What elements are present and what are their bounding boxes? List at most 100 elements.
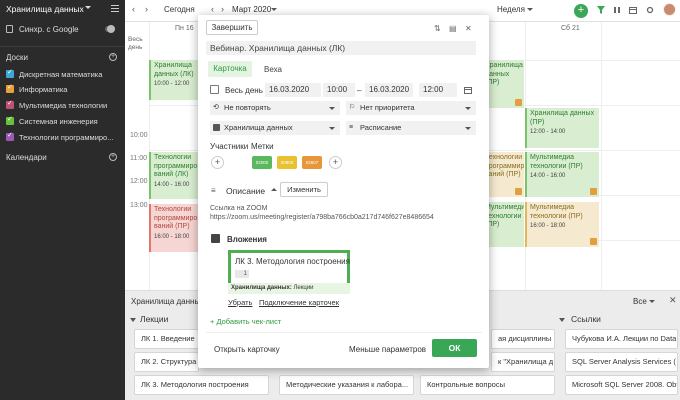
view-selector[interactable]: Неделя bbox=[497, 5, 525, 14]
event-title: Технологии программиро ваний (ПР) bbox=[154, 206, 198, 230]
sidebar-board-item[interactable]: Информатика bbox=[6, 83, 121, 95]
next-week-icon[interactable]: › bbox=[145, 4, 148, 14]
tag-chip[interactable]: 00800 bbox=[277, 156, 297, 169]
chevron-down-icon[interactable] bbox=[85, 6, 91, 9]
checkbox[interactable] bbox=[6, 115, 14, 125]
list-item[interactable]: Контрольные вопросы bbox=[420, 375, 555, 395]
calendar-icon[interactable] bbox=[629, 6, 637, 14]
filter-icon[interactable] bbox=[597, 6, 605, 14]
add-calendar-icon[interactable]: + bbox=[109, 153, 117, 161]
calendar-event[interactable]: Технологии программиро ваний (ЛК) 14:00 … bbox=[149, 152, 198, 199]
allday-checkbox[interactable] bbox=[210, 85, 219, 94]
board-icon bbox=[213, 124, 220, 131]
attached-card-title: ЛК 3. Методология построения bbox=[235, 257, 350, 266]
priority-select[interactable]: ⚐ Нет приоритета bbox=[346, 101, 476, 115]
finish-button[interactable]: Завершить bbox=[206, 20, 258, 35]
board-label: Системная инженерия bbox=[19, 117, 98, 126]
add-tag-button[interactable]: + bbox=[329, 156, 342, 169]
add-button[interactable]: + bbox=[574, 4, 588, 18]
calendar-event[interactable]: Технологии программиро ваний (ПР) 16:00 … bbox=[149, 204, 198, 252]
sidebar-board-item[interactable]: Мультимедиа технологии bbox=[6, 99, 121, 111]
chevron-down-icon[interactable] bbox=[271, 8, 277, 11]
calendar-event[interactable]: Мультимедиа технологии (ПР) 16:00 - 18:0… bbox=[525, 202, 599, 247]
sidebar-board-item[interactable]: Системная инженерия bbox=[6, 115, 121, 127]
checkbox[interactable] bbox=[6, 131, 14, 141]
tab-card[interactable]: Карточка bbox=[208, 61, 252, 77]
chevron-down-icon bbox=[329, 127, 335, 130]
calendar-event[interactable]: Мультимедиа технологии (ПР) 14:00 - 16:0… bbox=[525, 152, 599, 197]
google-sync-toggle[interactable] bbox=[105, 25, 115, 33]
next-icon[interactable]: › bbox=[221, 4, 224, 14]
list-item[interactable]: к "Хранилища д bbox=[491, 352, 555, 372]
board-select[interactable]: Хранилища данных bbox=[210, 121, 340, 135]
move-icon[interactable]: ⇅ bbox=[434, 24, 441, 33]
event-title: Технологии программиро ваний (ЛК) bbox=[154, 154, 198, 178]
open-card-button[interactable]: Открыть карточку bbox=[214, 345, 280, 354]
list-item[interactable]: ЛК 1. Введение bbox=[134, 329, 199, 349]
sidebar-board-item[interactable]: Технологии программиро... bbox=[6, 131, 121, 143]
list-icon: ≡ bbox=[349, 124, 354, 131]
attached-card-list: Лекции bbox=[293, 285, 314, 291]
menu-icon[interactable] bbox=[111, 5, 119, 13]
time-label: 11:00 bbox=[130, 155, 147, 162]
attachments-label: Вложения bbox=[227, 235, 267, 244]
close-icon[interactable]: ✕ bbox=[465, 24, 472, 33]
chevron-down-icon[interactable] bbox=[527, 8, 533, 11]
prev-icon[interactable]: ‹ bbox=[211, 4, 214, 14]
list-item[interactable]: Microsoft SQL Server 2008. Obt bbox=[565, 375, 678, 395]
gear-icon[interactable] bbox=[646, 6, 654, 14]
prev-week-icon[interactable]: ‹ bbox=[132, 4, 135, 14]
event-badge-icon bbox=[590, 188, 597, 195]
list-item[interactable]: Методические указания к лабора... bbox=[279, 375, 414, 395]
list-item[interactable]: ая дисциплины bbox=[491, 329, 555, 349]
list-item[interactable]: ЛК 3. Методология построения bbox=[134, 375, 269, 395]
avatar[interactable] bbox=[663, 3, 676, 16]
tag-chip[interactable]: 02607 bbox=[302, 156, 322, 169]
description-link[interactable]: https://zoom.us/meeting/register/a798ba7… bbox=[210, 214, 434, 221]
repeat-value: Не повторять bbox=[224, 103, 271, 112]
google-sync[interactable]: Синхр. с Google bbox=[6, 24, 121, 36]
start-time-field[interactable]: 10:00 bbox=[323, 83, 355, 97]
less-params-button[interactable]: Меньше параметров bbox=[349, 345, 426, 354]
month-selector[interactable]: Март 2020 bbox=[232, 5, 271, 14]
chevron-down-icon[interactable] bbox=[130, 318, 136, 322]
sidebar-title[interactable]: Хранилища данных bbox=[6, 4, 84, 14]
sort-icon[interactable] bbox=[613, 6, 621, 14]
add-board-icon[interactable]: + bbox=[109, 53, 117, 61]
connect-cards-link[interactable]: Подключение карточек bbox=[259, 298, 339, 307]
list-item[interactable]: SQL Server Analysis Services ( SS bbox=[565, 352, 678, 372]
chevron-down-icon[interactable] bbox=[559, 318, 565, 322]
chevron-up-icon[interactable] bbox=[271, 188, 277, 191]
close-icon[interactable]: ✕ bbox=[669, 295, 677, 306]
add-checklist-link[interactable]: + Добавить чек-лист bbox=[210, 317, 281, 326]
repeat-select[interactable]: ⟲ Не повторять bbox=[210, 101, 340, 115]
list-item[interactable]: ЛК 2. Структура х bbox=[134, 352, 199, 372]
checkbox[interactable] bbox=[6, 99, 14, 109]
calendar-icon[interactable] bbox=[464, 86, 472, 94]
day-header: Пн 16 bbox=[175, 25, 194, 32]
filter-select[interactable]: Все bbox=[633, 297, 647, 306]
tag-chip[interactable]: 02000 bbox=[252, 156, 272, 169]
add-participant-button[interactable]: + bbox=[211, 156, 224, 169]
checkbox[interactable] bbox=[6, 68, 14, 78]
day-column[interactable] bbox=[601, 22, 602, 290]
today-button[interactable]: Сегодня bbox=[164, 5, 195, 14]
checkbox[interactable] bbox=[6, 83, 14, 93]
card-title-input[interactable]: Вебинар. Хранилища данных (ЛК) bbox=[206, 41, 476, 55]
end-date-field[interactable]: 16.03.2020 bbox=[365, 83, 413, 97]
edit-description-button[interactable]: Изменить bbox=[280, 182, 328, 197]
ok-button[interactable]: ОК bbox=[432, 339, 477, 357]
event-badge-icon bbox=[590, 238, 597, 245]
calendar-event[interactable]: Хранилища данных (ПР) 12:00 - 14:00 bbox=[525, 108, 599, 148]
end-time-field[interactable]: 12:00 bbox=[419, 83, 457, 97]
list-header: Ссылки bbox=[571, 314, 601, 324]
list-item[interactable]: Чубукова И.А. Лекции по Data M bbox=[565, 329, 678, 349]
chevron-down-icon[interactable] bbox=[649, 300, 655, 303]
sidebar-board-item[interactable]: Дискретная математика bbox=[6, 68, 121, 80]
calendar-event[interactable]: Хранилища данных (ЛК) 10:00 - 12:00 bbox=[149, 60, 198, 100]
remove-link[interactable]: Убрать bbox=[228, 298, 252, 307]
archive-icon[interactable]: ▤ bbox=[449, 24, 457, 33]
start-date-field[interactable]: 16.03.2020 bbox=[265, 83, 321, 97]
tab-milestone[interactable]: Веха bbox=[264, 65, 282, 74]
list-select[interactable]: ≡ Расписание bbox=[346, 121, 476, 135]
